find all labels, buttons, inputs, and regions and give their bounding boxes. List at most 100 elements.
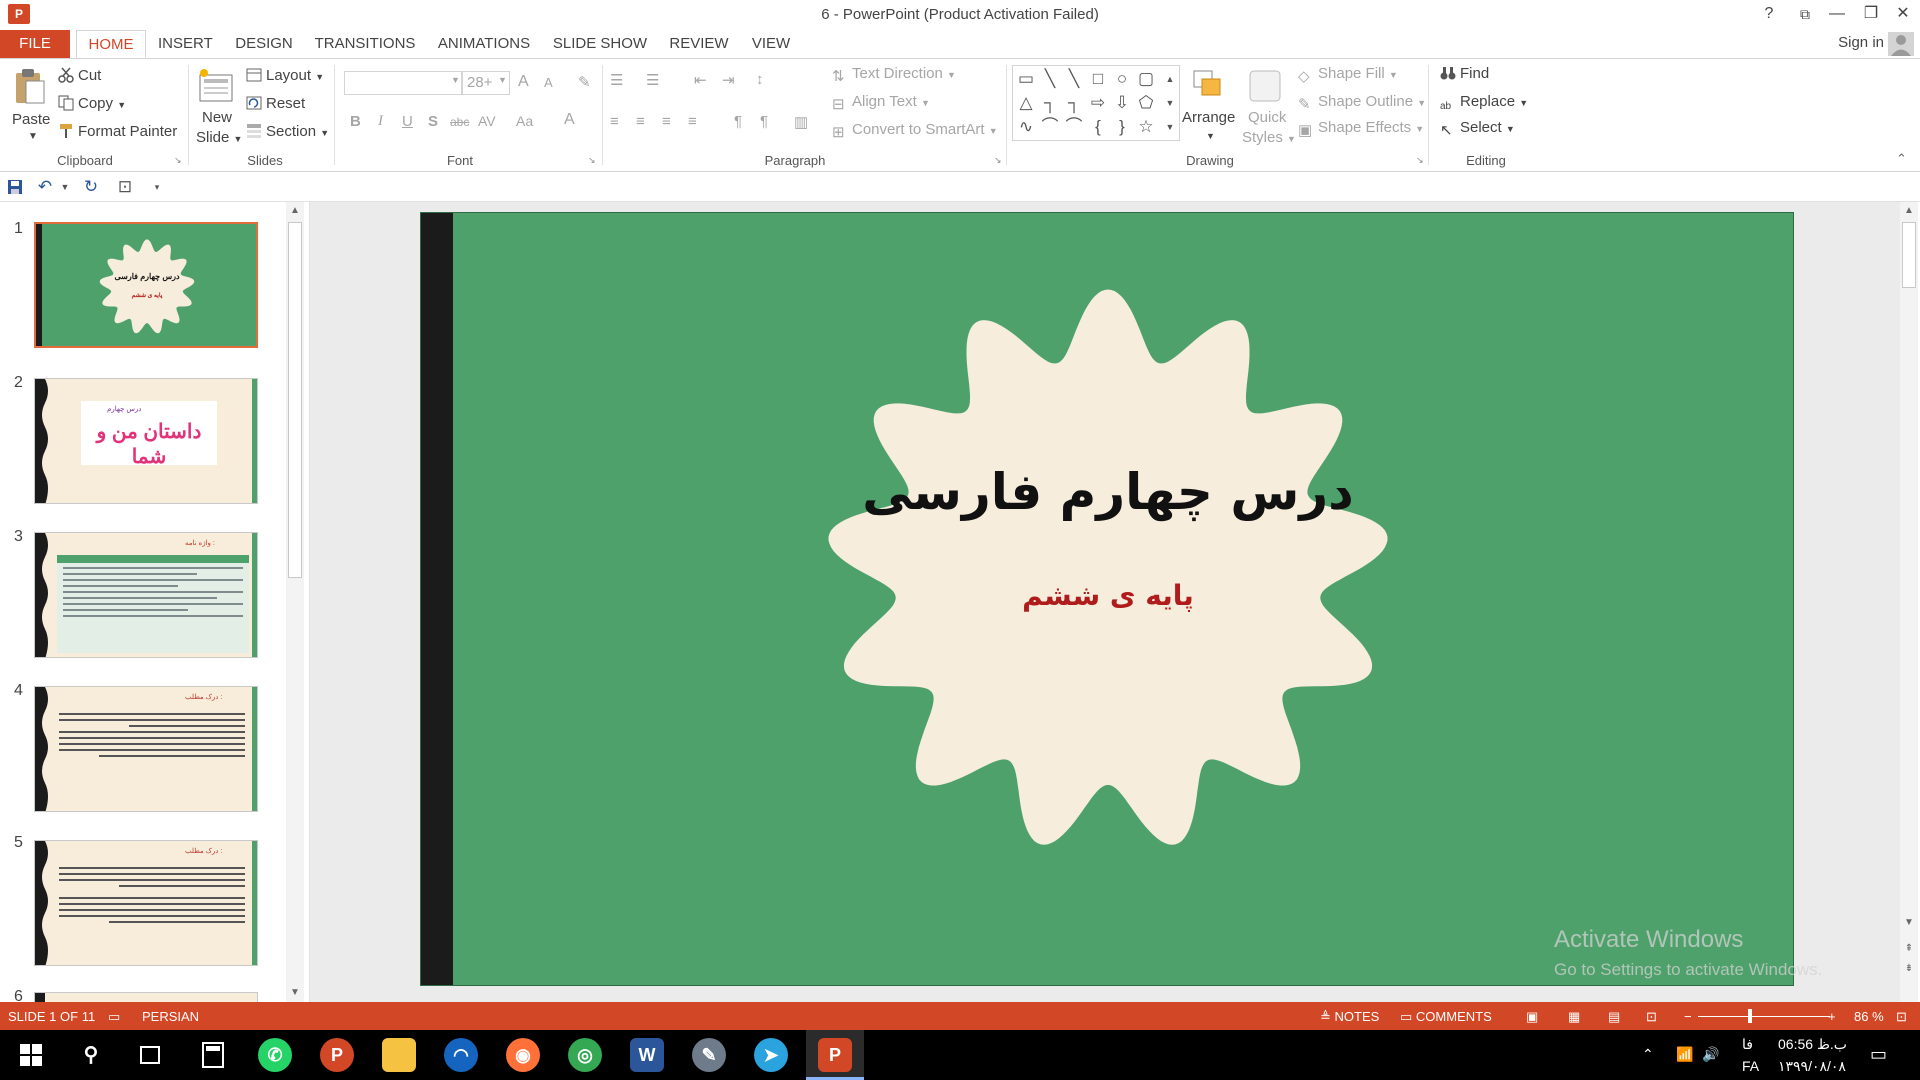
scroll-up-icon[interactable]: ▲ [1900,202,1918,220]
strikethrough-button[interactable]: abc [450,115,469,129]
change-case-button[interactable]: Aa [516,113,533,129]
scroll-down-icon[interactable]: ▼ [1900,914,1918,932]
undo-icon[interactable]: ↶ [34,176,56,198]
right-to-left-icon[interactable]: ¶ [760,113,768,130]
zoom-slider-track[interactable] [1698,1016,1830,1017]
font-color-button[interactable]: A [564,111,575,129]
comments-button[interactable]: ▭ COMMENTS [1400,1009,1492,1025]
left-brace-shape-icon[interactable]: { [1087,116,1109,138]
font-name-combo[interactable] [344,71,462,95]
gallery-down-icon[interactable]: ▼ [1159,92,1181,114]
sign-in-link[interactable]: Sign in [1838,34,1884,51]
clock-date[interactable]: ۱۳۹۹/۰۸/۰۸ [1778,1058,1846,1075]
align-right-icon[interactable]: ≡ [662,113,671,130]
underline-button[interactable]: U [402,113,413,130]
clipboard-launcher-icon[interactable]: ↘ [174,155,182,166]
slide-scroll-thumb[interactable] [1902,222,1916,288]
tab-transitions[interactable]: TRANSITIONS [314,30,416,58]
freeform-shape-icon[interactable]: ⌒ [1039,116,1061,138]
slideshow-view-icon[interactable]: ⊡ [1646,1009,1657,1025]
zoom-slider-thumb[interactable] [1748,1009,1752,1023]
shape-effects-button[interactable]: ▣ Shape Effects ▼ [1298,119,1424,139]
find-button[interactable]: Find [1440,65,1489,82]
drawing-launcher-icon[interactable]: ↘ [1416,155,1424,166]
triangle-shape-icon[interactable]: △ [1015,92,1037,114]
previous-slide-icon[interactable]: ⇞ [1900,940,1918,958]
paste-button[interactable]: Paste [12,111,50,128]
arrange-button[interactable]: Arrange [1182,109,1235,126]
format-painter-button[interactable]: Format Painter [58,123,177,140]
shapes-gallery[interactable]: ▭ ╲ ╲ □ ○ ▢ △ ┐ ┐ ⇨ ⇩ ⬠ ∿ ⌒ ⌒ { } ☆ ▲ ▼ … [1012,65,1180,141]
tab-file[interactable]: FILE [0,30,70,58]
character-spacing-button[interactable]: AV [478,113,496,129]
shape-fill-button[interactable]: ◇ Shape Fill ▼ [1298,65,1398,85]
copy-button[interactable]: Copy ▼ [58,95,126,112]
rectangle-shape-icon[interactable]: □ [1087,68,1109,90]
oval-shape-icon[interactable]: ○ [1111,68,1133,90]
align-left-icon[interactable]: ≡ [610,113,619,130]
windows-start-icon[interactable] [14,1038,48,1072]
redo-icon[interactable]: ↻ [80,176,102,198]
paint-icon[interactable]: ✎ [692,1038,726,1072]
undo-dropdown-icon[interactable]: ▼ [54,176,76,198]
close-button[interactable]: ✕ [1888,2,1918,26]
star-shape-icon[interactable]: ☆ [1135,116,1157,138]
quick-styles-icon[interactable] [1248,67,1284,107]
right-brace-shape-icon[interactable]: } [1111,116,1133,138]
slide-thumbnail-4[interactable]: درک مطلب : [34,686,258,812]
slide-subtitle[interactable]: پایه ی ششم [751,579,1465,612]
word-icon[interactable]: W [630,1038,664,1072]
zoom-in-icon[interactable]: + [1828,1009,1836,1024]
scroll-up-icon[interactable]: ▲ [286,202,304,220]
columns-icon[interactable]: ▥ [794,113,808,131]
bold-button[interactable]: B [350,113,361,130]
shape-outline-button[interactable]: ✎ Shape Outline ▼ [1298,93,1426,113]
shrink-font-button[interactable]: A [544,75,553,90]
whatsapp-icon[interactable]: ✆ [258,1038,292,1072]
reset-button[interactable]: Reset [246,95,305,112]
scroll-down-icon[interactable]: ▼ [286,984,304,1002]
customize-qat-icon[interactable]: ▾ [146,176,168,198]
file-explorer-icon[interactable] [382,1038,416,1072]
arrow-line-shape-icon[interactable]: ╲ [1063,68,1085,90]
italic-button[interactable]: I [378,113,383,130]
font-size-dropdown-icon[interactable]: ▼ [498,75,507,85]
layout-button[interactable]: Layout ▼ [246,67,324,84]
task-view-icon[interactable] [134,1038,168,1072]
current-slide[interactable]: درس چهارم فارسی پایه ی ششم [420,212,1794,986]
quick-styles-button[interactable]: Quick [1248,109,1286,126]
slide-sorter-icon[interactable]: ▦ [1568,1009,1580,1025]
gallery-up-icon[interactable]: ▲ [1159,68,1181,90]
replace-button[interactable]: ab Replace ▼ [1440,93,1528,117]
new-slide-button[interactable]: New [202,109,232,126]
start-slideshow-icon[interactable]: ⊡ [114,176,136,198]
elbow-arrow-shape-icon[interactable]: ┐ [1063,92,1085,114]
select-button[interactable]: ↖ Select ▼ [1440,119,1515,139]
thumbnail-scroll-thumb[interactable] [288,222,302,578]
font-name-dropdown-icon[interactable]: ▼ [451,75,460,85]
quick-styles-label[interactable]: Styles ▼ [1242,129,1296,146]
telegram-icon[interactable]: ➤ [754,1038,788,1072]
tab-animations[interactable]: ANIMATIONS [432,30,536,58]
user-avatar-icon[interactable] [1888,32,1914,56]
normal-view-icon[interactable]: ▣ [1526,1009,1538,1025]
volume-icon[interactable]: 🔊 [1702,1046,1719,1063]
notes-button[interactable]: ≜ NOTES [1320,1009,1379,1025]
chrome-icon[interactable]: ◎ [568,1038,602,1072]
new-slide-icon[interactable] [198,67,234,107]
tab-review[interactable]: REVIEW [664,30,734,58]
tab-view[interactable]: VIEW [748,30,794,58]
bullets-icon[interactable]: ☰ [610,71,623,89]
left-to-right-icon[interactable]: ¶ [734,113,742,130]
text-shadow-button[interactable]: S [428,113,438,130]
cut-button[interactable]: Cut [58,67,101,84]
increase-indent-icon[interactable]: ⇥ [722,71,735,89]
justify-icon[interactable]: ≡ [688,113,697,130]
arc-shape-icon[interactable]: ⌒ [1063,116,1085,138]
spell-check-icon[interactable]: ▭ [108,1009,120,1025]
align-center-icon[interactable]: ≡ [636,113,645,130]
input-language-fa[interactable]: فا [1742,1036,1753,1053]
save-icon[interactable] [4,176,26,198]
paragraph-launcher-icon[interactable]: ↘ [994,155,1002,166]
arrange-dropdown-icon[interactable]: ▼ [1206,131,1215,141]
